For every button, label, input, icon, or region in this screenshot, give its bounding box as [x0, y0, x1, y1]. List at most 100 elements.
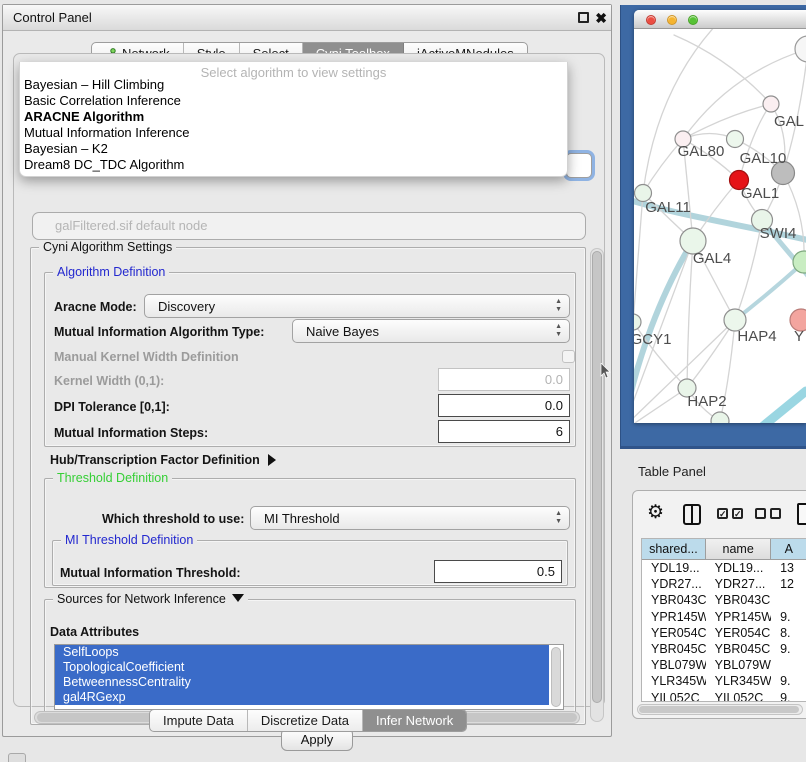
tab-label: Infer Network [376, 713, 453, 728]
network-node[interactable] [795, 36, 806, 62]
control-panel-title: Control Panel [13, 5, 92, 31]
mi-threshold-input[interactable] [434, 560, 562, 583]
vertical-scrollbar[interactable] [590, 248, 604, 722]
algorithm-dropdown: Select algorithm to view settings Bayesi… [19, 62, 568, 177]
control-panel-titlebar[interactable]: Control Panel ✖ [3, 5, 611, 31]
table-row[interactable]: YLR345WYLR345W9. [642, 673, 806, 689]
network-selector-combo[interactable]: galFiltered.sif default node [32, 212, 586, 240]
table-cell: YBL079W [642, 657, 706, 673]
dpi-tolerance-input[interactable] [438, 394, 570, 417]
collapse-down-icon[interactable] [232, 594, 244, 602]
table-cell: 9. [771, 690, 806, 703]
column-header[interactable]: shared... [642, 539, 706, 559]
table-cell: YER054C [706, 625, 771, 641]
table-cell: YLR345W [706, 673, 771, 689]
table-cell: 9. [771, 641, 806, 657]
data-attributes-label: Data Attributes [50, 625, 139, 639]
algorithm-option[interactable]: Bayesian – K2 [20, 141, 567, 157]
table-cell: 9. [771, 673, 806, 689]
node-label: GAL80 [678, 143, 725, 160]
data-attributes-list[interactable]: SelfLoopsTopologicalCoefficientBetweenne… [54, 644, 564, 710]
table-row[interactable]: YDL19...YDL19...13 [642, 560, 806, 576]
table-cell: YPR145W [706, 609, 771, 625]
table-row[interactable]: YER054CYER054C8. [642, 625, 806, 641]
table-cell: 9. [771, 609, 806, 625]
node-table: shared...nameA YDL19...YDL19...13YDR27..… [641, 538, 806, 702]
close-icon[interactable]: ✖ [595, 9, 607, 27]
algorithm-combo-focus-sliver[interactable] [566, 153, 592, 178]
table-row[interactable]: YBR043CYBR043C [642, 592, 806, 608]
list-scrollbar[interactable] [551, 647, 561, 707]
algorithm-dropdown-placeholder: Select algorithm to view settings [20, 62, 567, 77]
table-cell: YPR145W [642, 609, 706, 625]
network-node[interactable] [711, 412, 729, 423]
which-threshold-select[interactable]: MI Threshold ▲▼ [250, 506, 570, 530]
network-edge [643, 29, 716, 193]
table-cell: YDL19... [706, 560, 771, 576]
table-row[interactable]: YDR27...YDR27...12 [642, 576, 806, 592]
table-cell: YIL052C [706, 690, 771, 703]
algorithm-dropdown-list: Bayesian – Hill ClimbingBasic Correlatio… [20, 77, 567, 173]
tab-label: Impute Data [163, 713, 234, 728]
table-row[interactable]: YBL079WYBL079W [642, 657, 806, 673]
bottom-tabs: Impute Data Discretize Data Infer Network [149, 709, 467, 732]
attribute-item[interactable]: SelfLoops [55, 645, 549, 660]
table-cell: 13 [771, 560, 806, 576]
table-header-row: shared...nameA [642, 539, 806, 560]
kernel-width-input[interactable] [438, 368, 570, 391]
table-scroll-thumb[interactable] [639, 706, 799, 713]
split-columns-icon[interactable] [683, 504, 701, 525]
table-horizontal-scrollbar[interactable] [637, 704, 803, 715]
algorithm-option[interactable]: Mutual Information Inference [20, 125, 567, 141]
stepper-arrows-icon: ▲▼ [555, 298, 562, 314]
aracne-mode-select[interactable]: Discovery ▲▼ [144, 294, 570, 318]
table-toolbar: ⚙ ✓ ✓ [633, 491, 806, 538]
float-window-icon[interactable] [578, 12, 589, 23]
node-label: GAL10 [740, 150, 787, 167]
tab-discretize-data[interactable]: Discretize Data [248, 710, 363, 731]
gear-icon[interactable]: ⚙ [647, 502, 664, 524]
network-window-titlebar[interactable] [634, 10, 806, 29]
tab-impute-data[interactable]: Impute Data [150, 710, 248, 731]
tab-infer-network[interactable]: Infer Network [363, 710, 466, 731]
table-row[interactable]: YIL052CYIL052C9. [642, 690, 806, 703]
network-node[interactable] [634, 314, 641, 330]
manual-kernel-checkbox[interactable] [562, 350, 575, 363]
network-view-window: GALGAL80GAL10GAL1GAL11SWI4GAL4GCY1HAP4YH… [634, 10, 806, 423]
mac-zoom-icon[interactable] [688, 15, 698, 25]
node-label: GAL11 [645, 199, 691, 216]
expand-right-icon[interactable] [268, 454, 276, 466]
hub-definition-expander[interactable]: Hub/Transcription Factor Definition [50, 453, 276, 467]
algorithm-option[interactable]: ARACNE Algorithm [20, 109, 567, 125]
checked-checkbox-icon[interactable]: ✓ [732, 508, 743, 519]
table-row[interactable]: YBR045CYBR045C9. [642, 641, 806, 657]
vertical-scroll-thumb[interactable] [592, 251, 602, 703]
column-header[interactable]: name [706, 539, 772, 559]
mac-minimize-icon[interactable] [667, 15, 677, 25]
mi-steps-input[interactable] [438, 420, 570, 443]
threshold-definition-title: Threshold Definition [53, 471, 172, 485]
attribute-item[interactable]: BetweennessCentrality [55, 675, 549, 690]
aracne-mode-label: Aracne Mode: [54, 300, 137, 314]
checked-checkbox-icon[interactable]: ✓ [717, 508, 728, 519]
corner-widget-icon[interactable] [8, 753, 26, 762]
network-node[interactable] [763, 96, 779, 112]
mi-type-select[interactable]: Naive Bayes ▲▼ [292, 319, 570, 343]
column-header[interactable]: A [771, 539, 806, 559]
table-row[interactable]: YPR145WYPR145W9. [642, 609, 806, 625]
network-edge [762, 391, 806, 423]
unchecked-checkbox-icon[interactable] [770, 508, 781, 519]
document-icon[interactable] [797, 503, 806, 525]
algorithm-option[interactable]: Dream8 DC_TDC Algorithm [20, 157, 567, 173]
unchecked-checkbox-icon[interactable] [755, 508, 766, 519]
algorithm-option[interactable]: Basic Correlation Inference [20, 93, 567, 109]
mouse-cursor [600, 363, 611, 379]
network-canvas[interactable]: GALGAL80GAL10GAL1GAL11SWI4GAL4GCY1HAP4YH… [634, 29, 806, 423]
network-node[interactable] [727, 131, 744, 148]
screen: Control Panel ✖ NetworkStyleSelectCyni T… [0, 0, 806, 762]
attribute-item[interactable]: TopologicalCoefficient [55, 660, 549, 675]
attribute-item[interactable]: gal4RGexp [55, 690, 549, 705]
mac-close-icon[interactable] [646, 15, 656, 25]
table-panel: ⚙ ✓ ✓ shared...nameA YDL19...YDL19...13Y… [632, 490, 806, 719]
table-cell [771, 592, 806, 608]
